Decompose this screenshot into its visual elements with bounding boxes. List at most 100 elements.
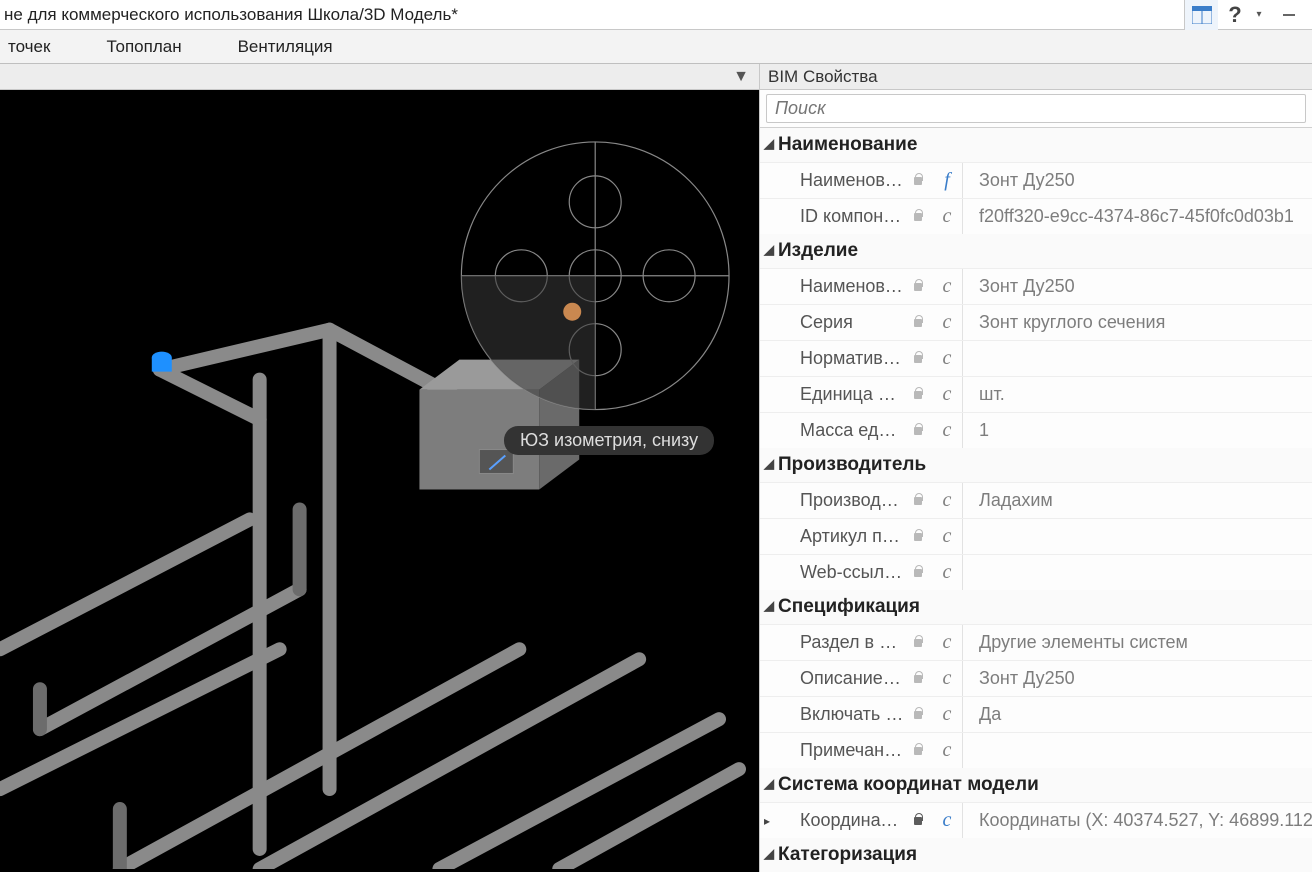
collapse-icon: ◢	[764, 136, 778, 152]
formula-icon[interactable]: c	[932, 311, 962, 334]
expand-icon[interactable]: ▸	[760, 814, 774, 828]
window-controls: ? ▾	[1184, 0, 1312, 29]
property-row[interactable]: Наименова... cЗонт Ду250	[760, 268, 1312, 304]
collapse-icon: ◢	[764, 776, 778, 792]
help-dropdown-icon[interactable]: ▾	[1252, 0, 1266, 30]
formula-icon[interactable]: c	[932, 703, 962, 726]
formula-icon[interactable]: c	[932, 419, 962, 442]
minimize-button[interactable]	[1266, 0, 1312, 30]
help-button[interactable]: ?	[1218, 0, 1252, 30]
property-value[interactable]: f20ff320-e9cc-4374-86c7-45f0fc0d03b1	[962, 199, 1312, 234]
lock-icon[interactable]	[904, 350, 932, 367]
viewport-menu-dropdown[interactable]: ▼	[731, 67, 751, 87]
property-row[interactable]: Масса един... c1	[760, 412, 1312, 448]
formula-icon[interactable]: c	[932, 809, 962, 832]
property-row[interactable]: ▸Координаты... cКоординаты (X: 40374.527,…	[760, 802, 1312, 838]
property-label: Включать в...	[774, 704, 904, 725]
property-row[interactable]: Артикул про... c	[760, 518, 1312, 554]
property-group-header[interactable]: ◢Изделие	[760, 234, 1312, 268]
viewport-toolbar: ▼	[0, 64, 759, 90]
property-value[interactable]: Зонт Ду250	[962, 269, 1312, 304]
property-row[interactable]: Единица из...cшт.	[760, 376, 1312, 412]
property-value[interactable]: 1	[962, 413, 1312, 448]
property-row[interactable]: Web-ссылка... c	[760, 554, 1312, 590]
property-row[interactable]: СерияcЗонт круглого сечения	[760, 304, 1312, 340]
property-group-header[interactable]: ◢Спецификация	[760, 590, 1312, 624]
lock-icon[interactable]	[904, 564, 932, 581]
property-row[interactable]: Производит...cЛадахим	[760, 482, 1312, 518]
menubar: точек Топоплан Вентиляция	[0, 30, 1312, 64]
property-label: Web-ссылка...	[774, 562, 904, 583]
lock-icon[interactable]	[904, 314, 932, 331]
lock-icon[interactable]	[904, 706, 932, 723]
properties-search-input[interactable]	[766, 94, 1306, 123]
formula-icon[interactable]: c	[932, 347, 962, 370]
menu-item-points[interactable]: точек	[4, 33, 74, 61]
lock-icon[interactable]	[904, 634, 932, 651]
formula-icon[interactable]: c	[932, 525, 962, 548]
lock-icon[interactable]	[904, 278, 932, 295]
property-row[interactable]: Примечани...c	[760, 732, 1312, 768]
property-value[interactable]: Зонт Ду250	[962, 661, 1312, 696]
property-value[interactable]	[962, 519, 1312, 554]
property-value[interactable]: Координаты (X: 40374.527, Y: 46899.112,	[962, 803, 1312, 838]
viewport-3d[interactable]: ЮЗ изометрия, снизу	[0, 90, 759, 872]
property-value[interactable]: Другие элементы систем	[962, 625, 1312, 660]
property-group-header[interactable]: ◢Категоризация	[760, 838, 1312, 872]
formula-icon[interactable]: c	[932, 383, 962, 406]
properties-panel-title: BIM Свойства	[760, 64, 1312, 90]
property-row[interactable]: ID компоне... cf20ff320-e9cc-4374-86c7-45…	[760, 198, 1312, 234]
property-group-title: Спецификация	[778, 596, 920, 618]
property-value[interactable]	[962, 341, 1312, 376]
formula-icon[interactable]: c	[932, 489, 962, 512]
layout-toggle-button[interactable]	[1184, 0, 1218, 30]
property-label: Координаты...	[774, 810, 904, 831]
formula-icon[interactable]: c	[932, 561, 962, 584]
titlebar: не для коммерческого использования Школа…	[0, 0, 1312, 30]
property-label: Масса един...	[774, 420, 904, 441]
lock-icon[interactable]	[904, 172, 932, 189]
lock-icon[interactable]	[904, 386, 932, 403]
viewport-pane: ▼	[0, 64, 760, 872]
properties-search-wrap	[760, 90, 1312, 128]
property-label: Описание в...	[774, 668, 904, 689]
lock-icon[interactable]	[904, 670, 932, 687]
property-value[interactable]: Ладахим	[962, 483, 1312, 518]
property-value[interactable]: Зонт Ду250	[962, 163, 1312, 198]
formula-icon[interactable]: c	[932, 275, 962, 298]
property-value[interactable]: Да	[962, 697, 1312, 732]
property-row[interactable]: Раздел в спе...cДругие элементы систем	[760, 624, 1312, 660]
property-value[interactable]	[962, 555, 1312, 590]
property-value[interactable]	[962, 733, 1312, 768]
property-label: Артикул про...	[774, 526, 904, 547]
property-group-header[interactable]: ◢Система координат модели	[760, 768, 1312, 802]
menu-item-topoplan[interactable]: Топоплан	[102, 33, 205, 61]
lock-icon[interactable]	[904, 208, 932, 225]
formula-icon[interactable]: c	[932, 739, 962, 762]
lock-icon[interactable]	[904, 422, 932, 439]
property-row[interactable]: Включать в... cДа	[760, 696, 1312, 732]
lock-icon[interactable]	[904, 528, 932, 545]
property-row[interactable]: Описание в... cЗонт Ду250	[760, 660, 1312, 696]
property-group-header[interactable]: ◢Наименование	[760, 128, 1312, 162]
property-group-header[interactable]: ◢Производитель	[760, 448, 1312, 482]
property-label: ID компоне...	[774, 206, 904, 227]
formula-icon[interactable]: f	[932, 169, 962, 192]
viewball-tooltip: ЮЗ изометрия, снизу	[504, 426, 714, 455]
property-value[interactable]: Зонт круглого сечения	[962, 305, 1312, 340]
property-row[interactable]: Наименова...fЗонт Ду250	[760, 162, 1312, 198]
properties-body[interactable]: ◢НаименованиеНаименова...fЗонт Ду250ID к…	[760, 128, 1312, 872]
lock-icon[interactable]	[904, 742, 932, 759]
lock-icon[interactable]	[904, 492, 932, 509]
formula-icon[interactable]: c	[932, 205, 962, 228]
property-group-title: Производитель	[778, 454, 926, 476]
menu-item-ventilation[interactable]: Вентиляция	[234, 33, 357, 61]
property-row[interactable]: Нормативн...c	[760, 340, 1312, 376]
property-label: Наименова...	[774, 276, 904, 297]
lock-icon[interactable]	[904, 812, 932, 829]
formula-icon[interactable]: c	[932, 667, 962, 690]
property-group-title: Наименование	[778, 134, 917, 156]
window-title: не для коммерческого использования Школа…	[4, 5, 1184, 25]
formula-icon[interactable]: c	[932, 631, 962, 654]
property-value[interactable]: шт.	[962, 377, 1312, 412]
